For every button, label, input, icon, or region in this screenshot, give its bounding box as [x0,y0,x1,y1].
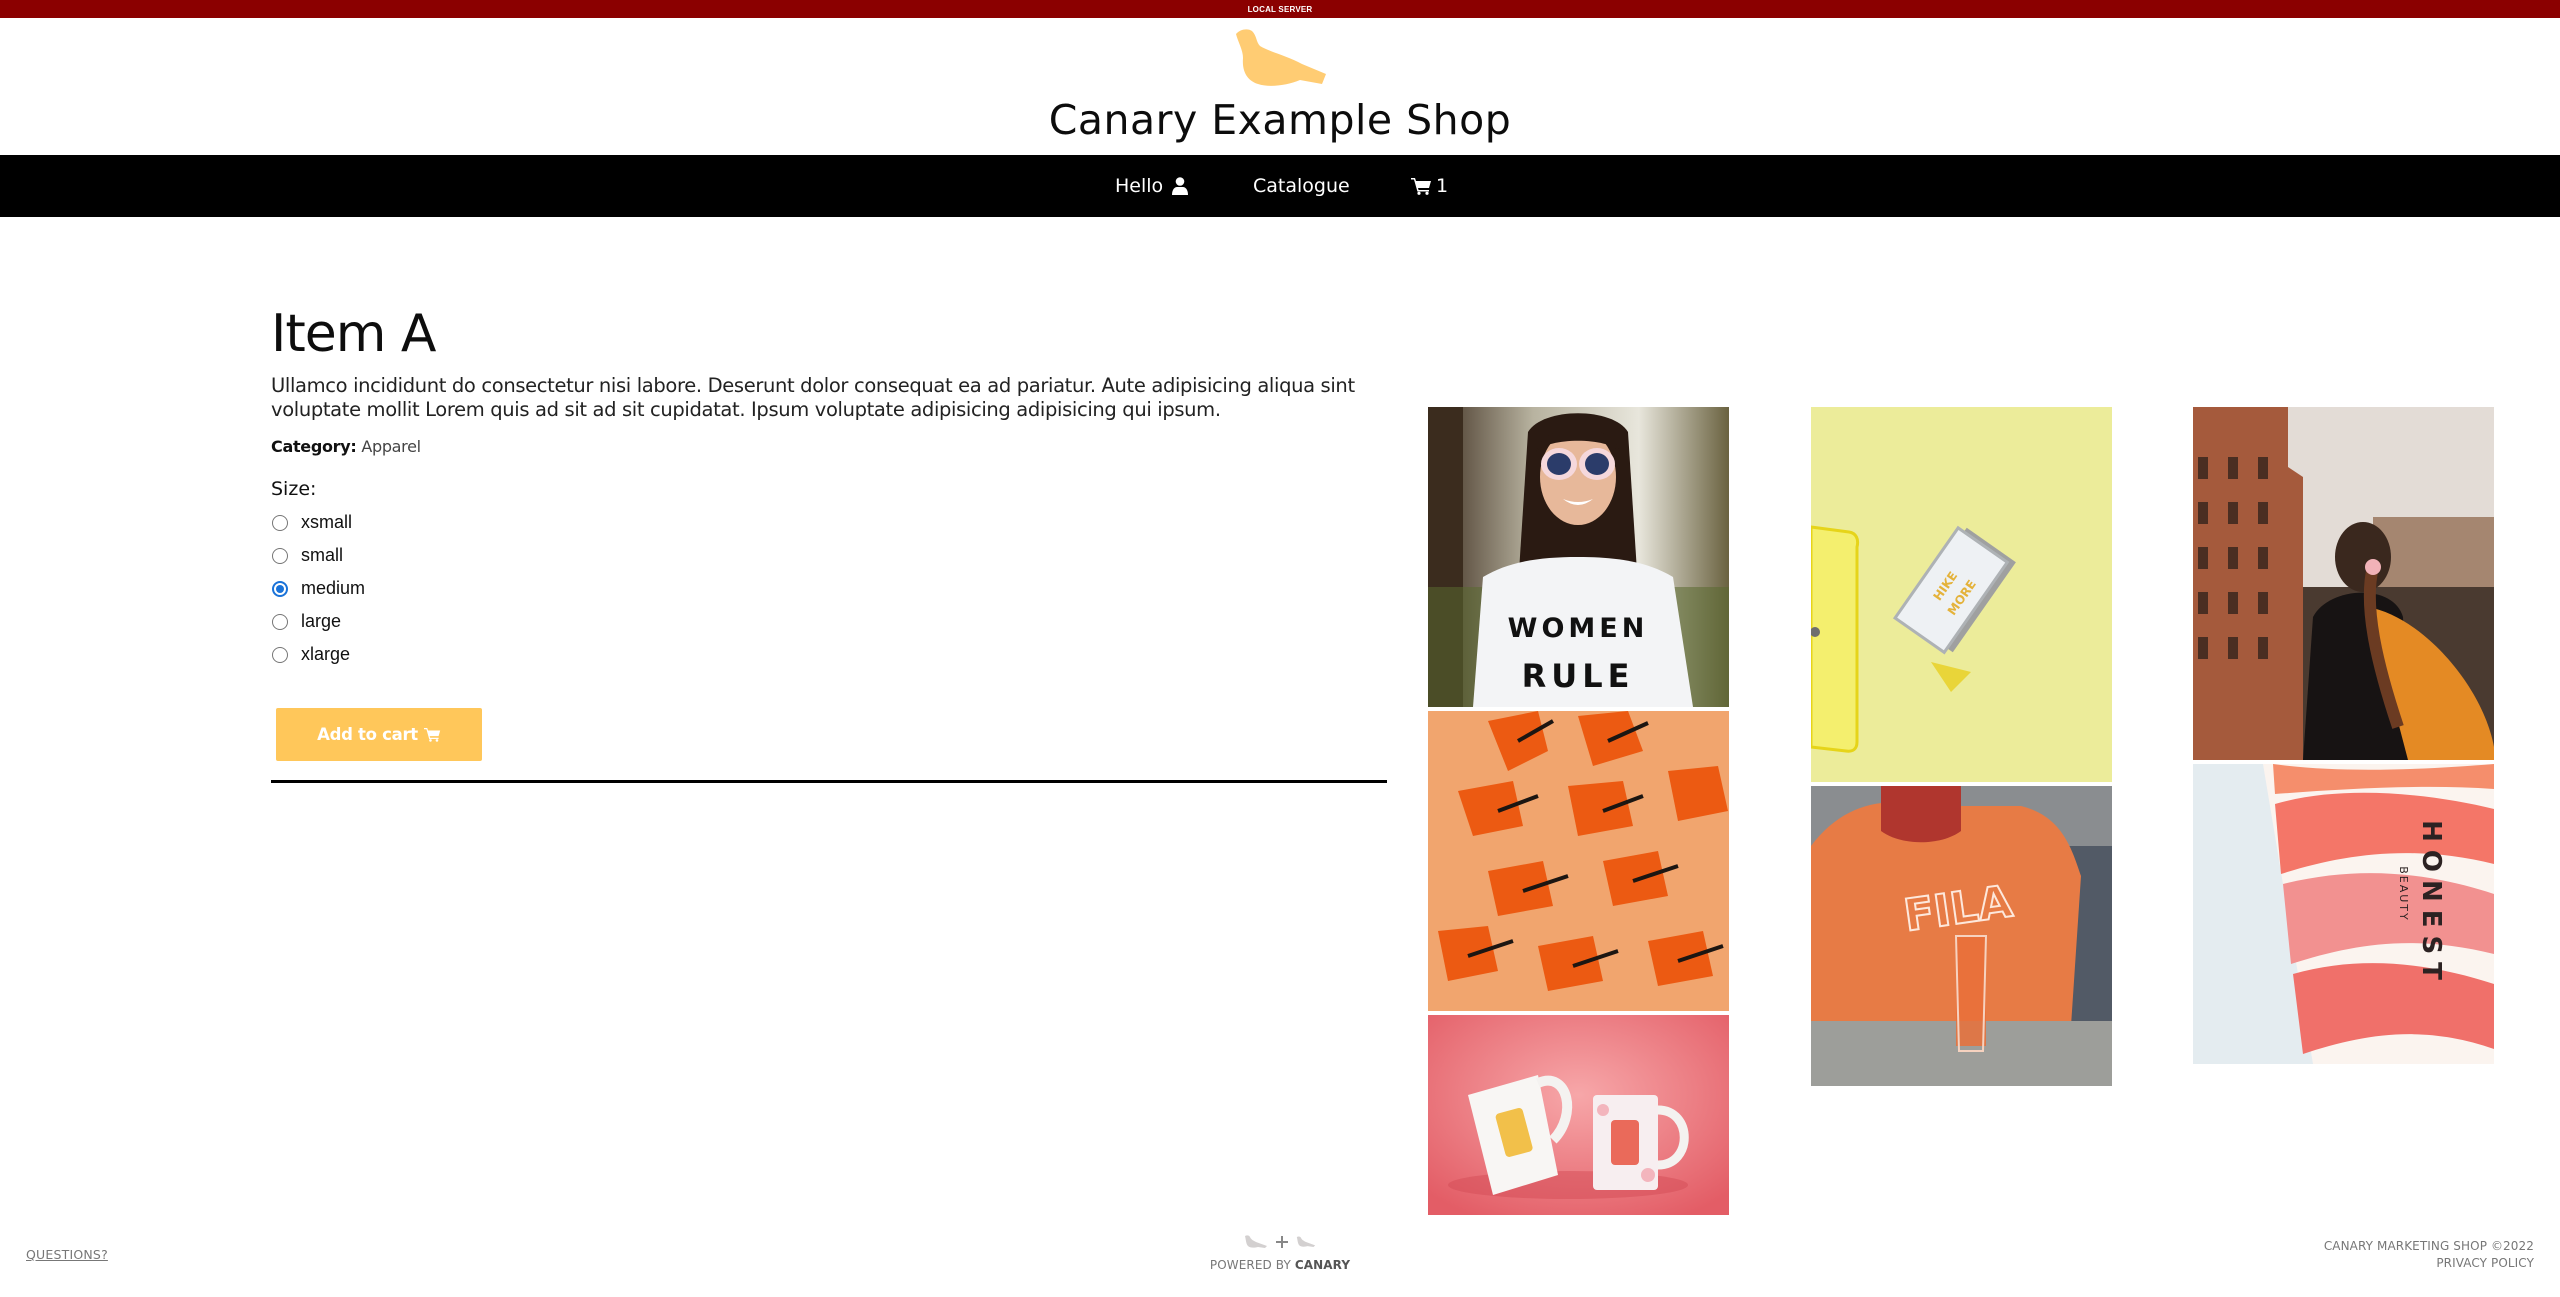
local-server-banner: LOCAL SERVER [0,0,2560,18]
size-option-small[interactable]: small [271,539,1387,572]
product-title: Item A [271,304,436,364]
beauty-sub-text: BEAUTY [2397,866,2410,922]
product-detail: Item A Ullamco incididunt do consectetur… [271,300,1387,783]
add-to-cart-button[interactable]: Add to cart [276,708,482,761]
size-option-label: xsmall [301,512,353,532]
add-to-cart-label: Add to cart [317,725,418,744]
cart-icon [1411,178,1431,195]
size-radio-group: xsmall small medium large xlarge [271,506,1387,671]
powered-by-icons [1080,1232,1480,1252]
size-option-label: large [301,611,342,631]
gallery-column-1: WOMEN RULE [1428,407,1729,1219]
yellow-phone-pin-photo[interactable]: HIKE MORE [1811,407,2112,782]
powered-by-label: POWERED BY [1209,1258,1291,1272]
main-nav: Hello Catalogue 1 [0,155,2560,217]
size-option-large[interactable]: large [271,605,1387,638]
questions-link[interactable]: QUESTIONS? [26,1247,108,1262]
footer-legal: CANARY MARKETING SHOP ©2022 PRIVACY POLI… [2324,1238,2534,1272]
site-header: Canary Example Shop [0,18,2560,155]
size-radio-medium[interactable] [272,580,288,597]
size-radio-small[interactable] [272,547,288,564]
powered-by: POWERED BY CANARY [1080,1232,1480,1272]
gallery-column-2: HIKE MORE FILA [1811,407,2112,1090]
tshirt-text-line1: WOMEN [1508,613,1649,644]
tshirt-text-line2: RULE [1522,657,1635,695]
product-category: Category: Apparel [271,437,1387,456]
size-option-label: xlarge [301,644,351,664]
size-option-label: small [301,545,344,565]
size-label: Size: [271,478,317,500]
orange-sweatshirt-photo[interactable]: FILA [1811,786,2112,1086]
powered-by-text: POWERED BY CANARY [1080,1258,1480,1272]
nav-cart[interactable]: 1 [1411,155,1448,217]
cart-icon [423,728,441,742]
size-option-xsmall[interactable]: xsmall [271,506,1387,539]
size-radio-large[interactable] [272,613,288,630]
size-option-label: medium [301,578,366,598]
product-description: Ullamco incididunt do consectetur nisi l… [271,374,1355,421]
nav-catalogue-label: Catalogue [1253,175,1350,197]
nav-hello-account[interactable]: Hello [1115,155,1189,217]
nav-catalogue[interactable]: Catalogue [1253,155,1350,217]
size-radio-xsmall[interactable] [272,514,288,531]
bird-icon [1296,1236,1316,1247]
size-radio-xlarge[interactable] [272,646,288,663]
gallery-column-3: HONEST BEAUTY [2193,407,2494,1068]
product-divider [271,780,1387,783]
plus-icon [1276,1236,1288,1248]
size-option-xlarge[interactable]: xlarge [271,638,1387,671]
size-option-medium[interactable]: medium [271,572,1387,605]
privacy-policy-link[interactable]: PRIVACY POLICY [2436,1256,2534,1270]
women-rule-tshirt-photo[interactable]: WOMEN RULE [1428,407,1729,707]
rooftop-city-photo[interactable] [2193,407,2494,760]
category-value: Apparel [361,437,421,456]
honest-beauty-photo[interactable]: HONEST BEAUTY [2193,764,2494,1064]
user-icon [1172,177,1189,195]
product-gallery: WOMEN RULE HIKE MORE FILA HONEST BEAUTY [1428,407,2494,1217]
flame-sunglasses-photo[interactable] [1428,711,1729,1011]
category-label: Category: [271,437,357,456]
bird-icon [1245,1235,1267,1248]
nav-hello-label: Hello [1115,175,1164,197]
powered-by-brand[interactable]: CANARY [1295,1258,1350,1272]
mugs-photo[interactable] [1428,1015,1729,1215]
beauty-brand-text: HONEST [2416,820,2446,988]
copyright-text: CANARY MARKETING SHOP ©2022 [2323,1239,2534,1253]
canary-bird-logo-icon[interactable] [1230,28,1328,90]
cart-count: 1 [1436,175,1449,197]
shop-title[interactable]: Canary Example Shop [0,96,2560,144]
